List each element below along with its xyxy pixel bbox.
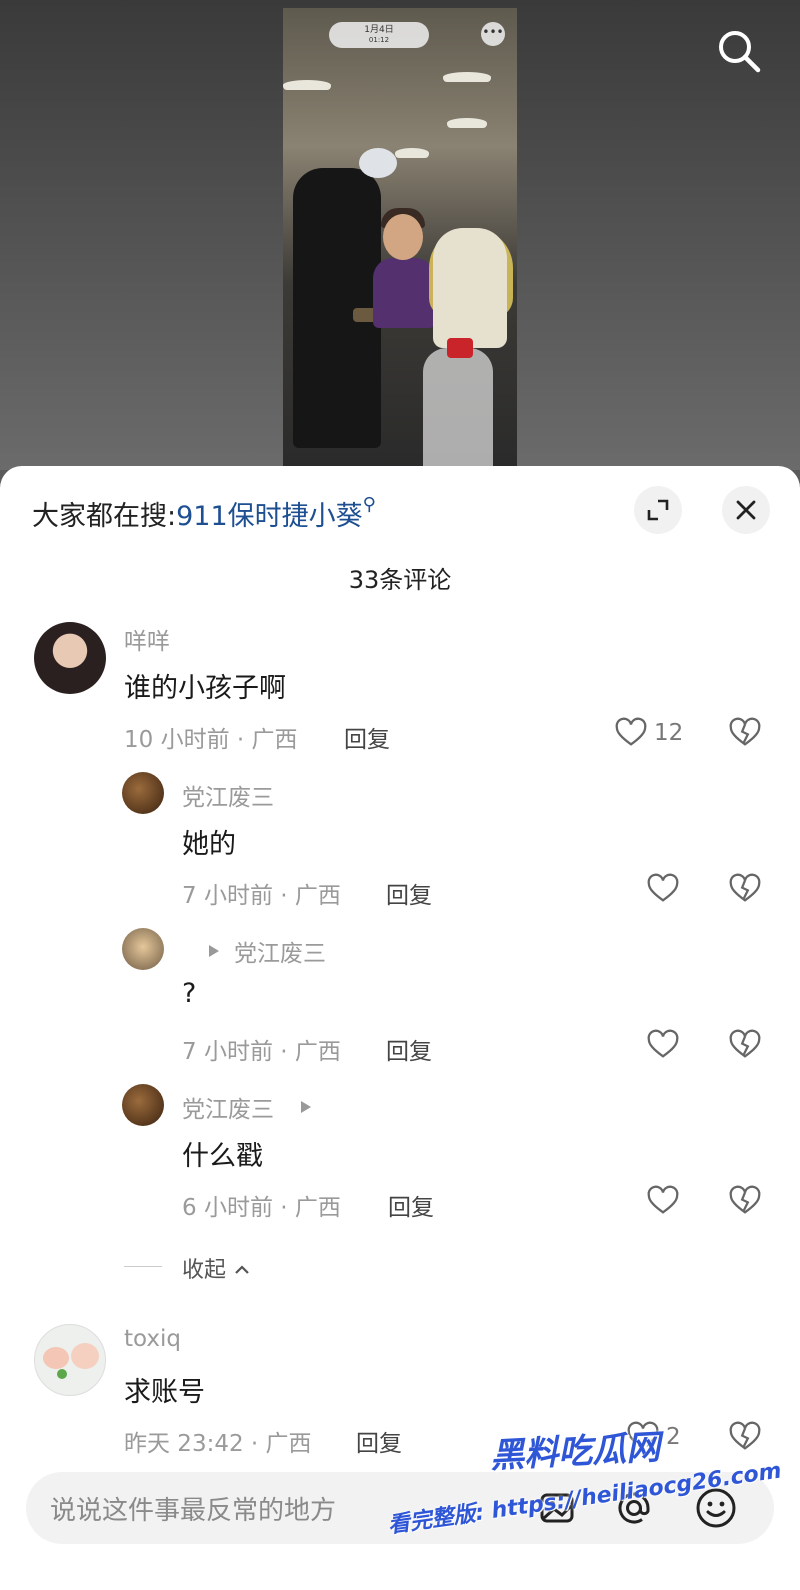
dislike-icon[interactable] (728, 1028, 762, 1062)
ellipsis-icon[interactable]: ••• (481, 22, 505, 46)
watermark-title: 黑料吃瓜网 (489, 1427, 662, 1477)
comment-text: 求账号 (124, 1377, 205, 1408)
comment-author[interactable]: 咩咩 (124, 622, 170, 656)
video-bottle-cap (447, 338, 473, 358)
avatar[interactable] (122, 928, 164, 970)
avatar[interactable] (34, 1324, 106, 1396)
search-small-icon: ⚲ (362, 494, 376, 515)
like-count: 12 (654, 720, 684, 746)
dislike-icon[interactable] (728, 872, 762, 906)
reply-arrow-icon (301, 1101, 311, 1113)
video-time: 01:12 (368, 36, 390, 44)
trending-prefix: 大家都在搜: (32, 501, 177, 532)
reply-to-author[interactable]: 党江废三 (234, 934, 326, 968)
video-date-pill: 1月4日 01:12 (329, 22, 429, 48)
dislike-icon[interactable] (728, 1420, 762, 1454)
comment-meta: 6 小时前 · 广西 (182, 1195, 341, 1221)
comment-text: 她的 (182, 829, 236, 860)
comment-text: 谁的小孩子啊 (124, 673, 286, 704)
ceiling-lamp (395, 148, 429, 158)
collapse-replies-button[interactable]: 收起 (182, 1252, 251, 1284)
video-person-child (373, 258, 435, 328)
video-hairnet (359, 148, 397, 178)
comment-count: 33条评论 (348, 566, 452, 594)
comment-author[interactable]: 党江废三 (182, 778, 274, 812)
dislike-icon[interactable] (728, 716, 762, 750)
comment-meta: 7 小时前 · 广西 (182, 1039, 341, 1065)
comment-meta: 7 小时前 · 广西 (182, 883, 341, 909)
video-bottle (423, 348, 493, 470)
trending-search[interactable]: 大家都在搜:911保时捷小葵⚲ (32, 494, 376, 533)
video-doll (433, 228, 507, 348)
like-count: 2 (666, 1424, 681, 1450)
comment-meta: 10 小时前 · 广西 (124, 727, 298, 753)
reply-arrow-icon (209, 945, 219, 957)
close-icon (736, 500, 756, 520)
reply-button[interactable]: 回复 (386, 1032, 432, 1066)
video-date: 1月4日 (364, 25, 394, 35)
video-background: 1月4日 01:12 ••• (0, 0, 800, 470)
avatar[interactable] (122, 772, 164, 814)
close-button[interactable] (722, 486, 770, 534)
heart-icon[interactable] (646, 872, 680, 906)
expand-icon (647, 499, 669, 521)
heart-icon[interactable] (646, 1184, 680, 1218)
heart-icon[interactable] (646, 1028, 680, 1062)
video-player[interactable]: 1月4日 01:12 ••• (283, 8, 517, 470)
avatar[interactable] (122, 1084, 164, 1126)
reply-button[interactable]: 回复 (386, 876, 432, 910)
reply-button[interactable]: 回复 (344, 720, 390, 754)
comment-input-placeholder: 说说这件事最反常的地方 (50, 1496, 337, 1526)
comment-text: ? (182, 978, 197, 1009)
trending-query[interactable]: 911保时捷小葵 (176, 501, 363, 532)
search-icon[interactable] (716, 28, 762, 74)
comment-author[interactable]: toxiq (124, 1326, 181, 1352)
comment-text: 什么戳 (182, 1141, 263, 1172)
reply-button[interactable]: 回复 (388, 1188, 434, 1222)
expand-button[interactable] (634, 486, 682, 534)
chevron-up-icon (235, 1265, 249, 1274)
heart-icon[interactable] (614, 716, 648, 750)
ceiling-lamp (283, 80, 331, 90)
collapse-label: 收起 (182, 1258, 227, 1283)
avatar[interactable] (34, 622, 106, 694)
ceiling-lamp (447, 118, 487, 128)
ceiling-lamp (443, 72, 491, 82)
comment-author[interactable]: 党江废三 (182, 1090, 274, 1124)
dislike-icon[interactable] (728, 1184, 762, 1218)
collapse-divider (124, 1266, 162, 1267)
video-child-face (383, 214, 423, 260)
comment-meta: 昨天 23:42 · 广西 (124, 1431, 312, 1457)
reply-button[interactable]: 回复 (356, 1424, 402, 1458)
comments-sheet: 大家都在搜:911保时捷小葵⚲ 33条评论 (0, 466, 800, 1590)
